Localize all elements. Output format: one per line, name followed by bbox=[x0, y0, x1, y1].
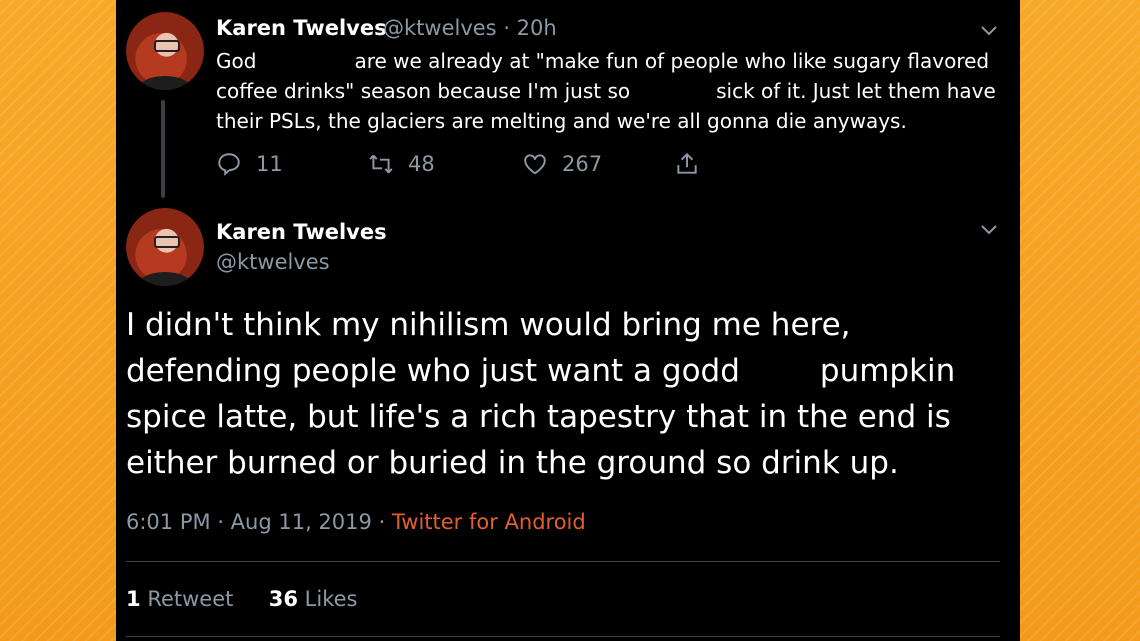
reply-button[interactable]: 11 bbox=[216, 146, 283, 182]
tweet-stats: 1 Retweet 36 Likes bbox=[126, 587, 357, 611]
text-segment: sick of it. Just let them have bbox=[716, 79, 996, 103]
meta-separator: · bbox=[378, 510, 392, 534]
tweet-date[interactable]: Aug 11, 2019 bbox=[231, 510, 372, 534]
tweet-text-line: I didn't think my nihilism would bring m… bbox=[126, 302, 955, 348]
divider bbox=[126, 636, 1000, 637]
like-icon bbox=[524, 154, 546, 175]
avatar-glasses bbox=[154, 236, 180, 248]
tweet-source-link[interactable]: Twitter for Android bbox=[392, 510, 586, 534]
avatar-shirt bbox=[140, 76, 190, 90]
like-count: 36 bbox=[268, 587, 298, 611]
chevron-down-icon[interactable] bbox=[980, 24, 998, 38]
like-label: Likes bbox=[304, 587, 358, 611]
tweet-text-line: God are we already at "make fun of people… bbox=[216, 46, 989, 76]
retweet-stat[interactable]: 1 Retweet bbox=[126, 587, 233, 611]
tweet-time[interactable]: 6:01 PM bbox=[126, 510, 211, 534]
share-button[interactable] bbox=[674, 146, 714, 182]
tweet-text-line: coffee drinks" season because I'm just s… bbox=[216, 76, 996, 106]
text-segment: spice latte, but life's a rich tapestry … bbox=[126, 399, 951, 435]
divider bbox=[126, 561, 1000, 562]
text-segment: coffee drinks" season because I'm just s… bbox=[216, 79, 631, 103]
reply-count: 11 bbox=[256, 152, 283, 176]
text-segment: defending people who just want a godd bbox=[126, 353, 740, 389]
handle[interactable]: @ktwelves bbox=[216, 250, 330, 274]
tweet-text-line: defending people who just want a godd pum… bbox=[126, 348, 955, 394]
tweet-meta: @ktwelves · 20h bbox=[383, 16, 557, 40]
text-segment: pumpkin bbox=[819, 353, 956, 389]
avatar-glasses bbox=[154, 40, 180, 52]
text-segment: God bbox=[216, 49, 257, 73]
like-count: 267 bbox=[562, 152, 603, 176]
tweet-text-line: spice latte, but life's a rich tapestry … bbox=[126, 394, 955, 440]
like-stat[interactable]: 36 Likes bbox=[269, 587, 358, 611]
like-button[interactable]: 267 bbox=[522, 146, 602, 182]
retweet-count: 1 bbox=[126, 587, 141, 611]
chevron-down-icon[interactable] bbox=[980, 223, 998, 237]
retweet-button[interactable]: 48 bbox=[368, 146, 435, 182]
text-segment: their PSLs, the glaciers are melting and… bbox=[216, 109, 907, 133]
display-name[interactable]: Karen Twelves bbox=[216, 220, 387, 244]
meta-separator: · bbox=[217, 510, 231, 534]
tweet-timestamp: 6:01 PM · Aug 11, 2019 · Twitter for And… bbox=[126, 510, 586, 534]
retweet-icon bbox=[369, 154, 393, 174]
reply-icon bbox=[218, 153, 240, 176]
meta-separator: · bbox=[503, 16, 517, 40]
tweet-time[interactable]: 20h bbox=[517, 16, 557, 40]
avatar-shirt bbox=[140, 272, 190, 286]
retweet-label: Retweet bbox=[147, 587, 234, 611]
tweet-body: I didn't think my nihilism would bring m… bbox=[126, 302, 955, 486]
text-segment: are we already at "make fun of people wh… bbox=[354, 49, 990, 73]
retweet-count: 48 bbox=[408, 152, 435, 176]
display-name[interactable]: Karen Twelves bbox=[216, 16, 387, 40]
avatar[interactable] bbox=[126, 208, 204, 286]
tweet-text-line: their PSLs, the glaciers are melting and… bbox=[216, 106, 907, 136]
avatar[interactable] bbox=[126, 12, 204, 90]
handle[interactable]: @ktwelves bbox=[383, 16, 497, 40]
share-icon bbox=[677, 152, 697, 174]
text-segment: I didn't think my nihilism would bring m… bbox=[126, 307, 851, 343]
tweet-text-line: either burned or buried in the ground so… bbox=[126, 440, 955, 486]
text-segment: either burned or buried in the ground so… bbox=[126, 445, 899, 481]
thread-line bbox=[161, 100, 165, 198]
